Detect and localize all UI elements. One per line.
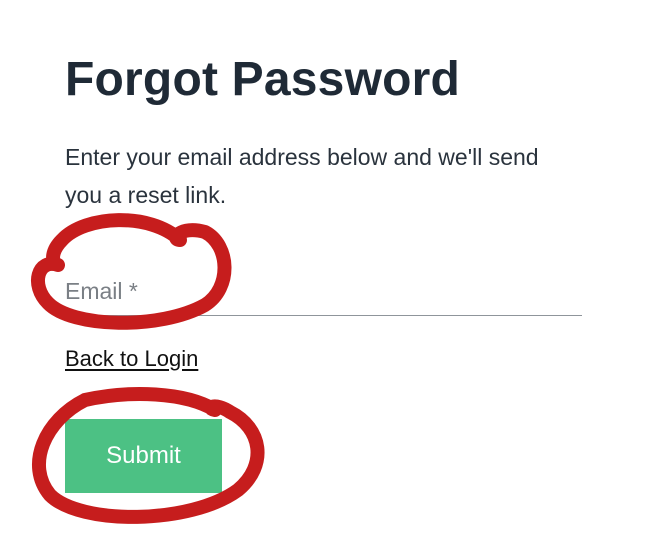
back-to-login-link[interactable]: Back to Login: [65, 346, 198, 372]
page-description: Enter your email address below and we'll…: [65, 144, 539, 208]
page-title: Forgot Password: [65, 53, 461, 106]
forgot-password-page: Forgot Password Enter your email address…: [0, 0, 648, 557]
submit-button[interactable]: Submit: [65, 419, 222, 493]
email-input[interactable]: [65, 272, 582, 310]
email-field[interactable]: [65, 266, 582, 316]
